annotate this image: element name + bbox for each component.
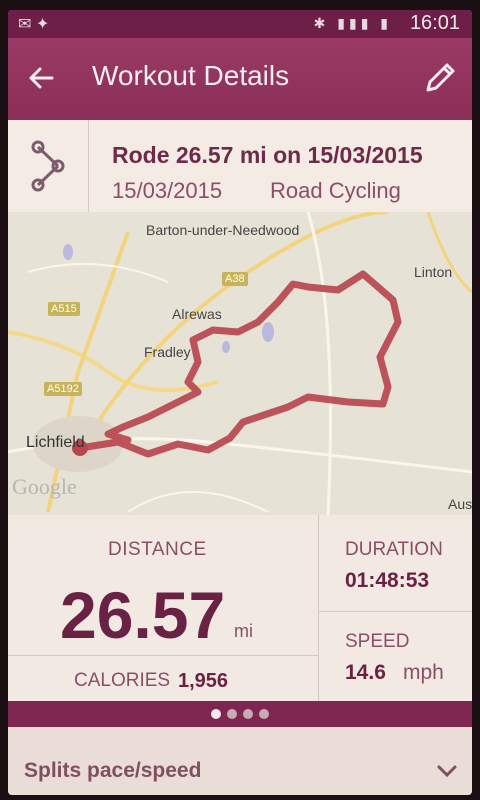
splits-label: Splits pace/speed: [24, 759, 202, 782]
page-indicator: [8, 701, 472, 727]
duration-label: DURATION: [345, 539, 443, 560]
calories-row: CALORIES 1,956: [8, 655, 318, 702]
workout-summary: Rode 26.57 mi on 15/03/2015 15/03/2015 R…: [8, 120, 472, 213]
status-bar: ✉ ✦ ✱ ▮▮▮ ▮ 16:01: [8, 10, 472, 38]
share-button[interactable]: [8, 120, 89, 212]
map-label-lichfield: Lichfield: [26, 434, 85, 451]
page-title: Workout Details: [92, 60, 290, 91]
map-label-aus: Aus: [448, 496, 472, 512]
edit-pencil-icon[interactable]: [420, 58, 460, 98]
speed-label: SPEED: [345, 631, 410, 652]
google-logo: Google: [12, 474, 77, 499]
duration-value: 01:48:53: [345, 569, 430, 592]
workout-date: 15/03/2015: [112, 178, 223, 203]
action-bar: Workout Details: [8, 38, 472, 120]
page-dot-4[interactable]: [259, 709, 269, 719]
calories-value: 1,956: [178, 670, 229, 692]
distance-label: DISTANCE: [108, 539, 207, 560]
map-canvas: [8, 212, 472, 515]
page-dot-1[interactable]: [211, 709, 221, 719]
speed-unit: mph: [403, 661, 444, 684]
splits-section-header[interactable]: Splits pace/speed: [8, 727, 472, 795]
chevron-down-icon: [437, 765, 457, 778]
map-label-linton: Linton: [414, 264, 453, 280]
calories-label: CALORIES: [74, 670, 171, 691]
notification-icons: ✉ ✦: [18, 16, 50, 33]
map-label-alrewas: Alrewas: [172, 306, 222, 322]
speed-value: 14.6: [345, 661, 386, 684]
distance-unit: mi: [234, 621, 253, 641]
map-label-barton: Barton-under-Needwood: [146, 222, 300, 238]
status-time: 16:01: [409, 12, 460, 34]
route-map[interactable]: Barton-under-Needwood Linton Alrewas Fra…: [8, 212, 472, 515]
back-arrow-icon[interactable]: [24, 60, 60, 96]
page-dot-2[interactable]: [227, 709, 237, 719]
signal-battery-icon: ✱ ▮▮▮ ▮: [313, 15, 392, 31]
distance-value: 26.57: [60, 578, 226, 652]
road-badge-a515: A515: [48, 302, 80, 316]
workout-stats: DISTANCE 26.57 mi CALORIES 1,956 DURATIO…: [8, 515, 472, 701]
activity-type: Road Cycling: [270, 178, 401, 203]
app-screen: ✉ ✦ ✱ ▮▮▮ ▮ 16:01 Workout Details Rode 2…: [8, 10, 472, 795]
stats-divider: [318, 611, 472, 612]
road-badge-a38: A38: [222, 272, 248, 286]
page-dot-3[interactable]: [243, 709, 253, 719]
distance-panel: DISTANCE 26.57 mi CALORIES 1,956: [8, 515, 319, 701]
workout-title: Rode 26.57 mi on 15/03/2015: [112, 142, 423, 168]
share-icon: [31, 140, 65, 192]
map-label-fradley: Fradley: [144, 344, 191, 360]
road-badge-a5192: A5192: [44, 382, 82, 396]
